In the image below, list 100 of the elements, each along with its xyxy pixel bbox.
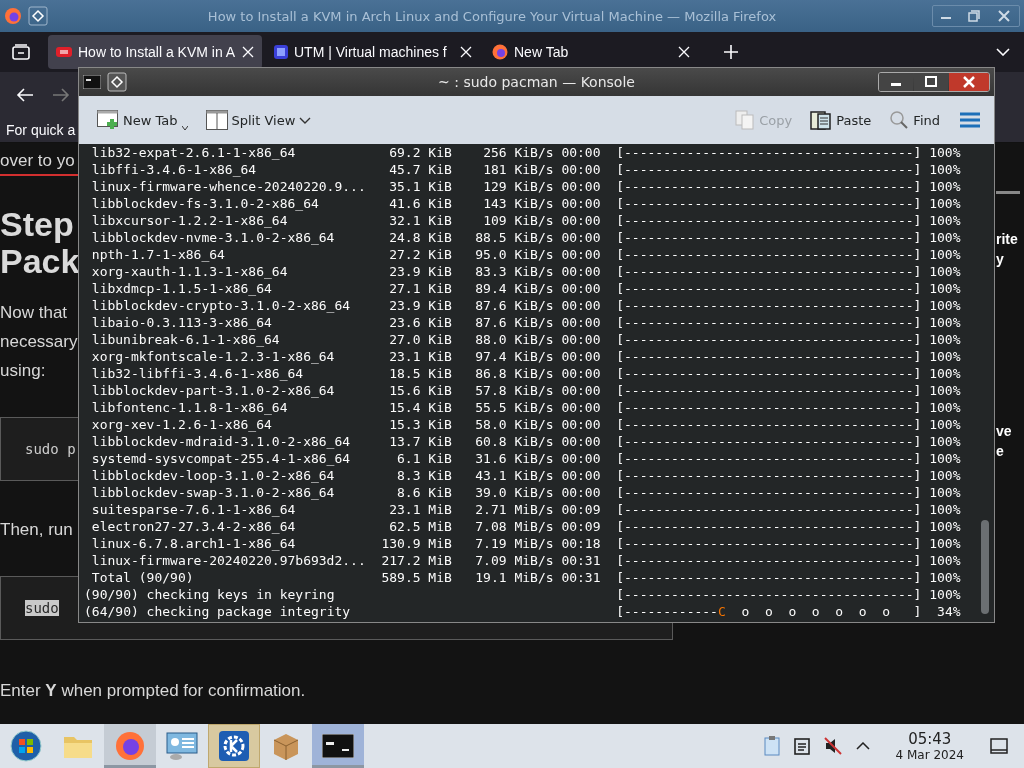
muted-speaker-icon[interactable] — [823, 737, 842, 755]
progress-text: [-------------------------------------] — [616, 535, 922, 552]
percent-text: 100% — [928, 263, 961, 280]
notice-text: For quick a — [6, 122, 76, 138]
search-icon — [889, 110, 910, 130]
size-text: 23.9 KiB — [388, 297, 452, 314]
size-text: 27.0 KiB — [388, 331, 452, 348]
package-name: libblockdev-fs-3.1.0-2-x86_64 — [90, 195, 320, 212]
speed-text: 88.5 KiB/s — [474, 229, 554, 246]
sidebar-text: rite — [996, 230, 1019, 249]
time-text: 00:00 — [560, 144, 601, 161]
progress-text: [-------------------------------------] — [616, 501, 922, 518]
size-text: 69.2 KiB — [388, 144, 452, 161]
size-text: 15.3 KiB — [388, 416, 452, 433]
percent-text: 100% — [928, 552, 961, 569]
show-desktop-icon[interactable] — [990, 738, 1008, 754]
chevron-up-icon[interactable] — [855, 742, 870, 750]
percent-text: 100% — [928, 246, 961, 263]
size-text: 45.7 KiB — [388, 161, 452, 178]
percent-text: 100% — [928, 586, 961, 603]
time-text: 00:00 — [560, 229, 601, 246]
package-name: libblockdev-nvme-3.1.0-2-x86_64 — [90, 229, 336, 246]
toolbar-button[interactable]: Paste — [806, 108, 876, 132]
close-icon[interactable] — [242, 46, 254, 58]
progress-text: [-------------------------------------] — [616, 280, 922, 297]
speed-text: 181 KiB/s — [482, 161, 554, 178]
browser-tab[interactable]: How to Install a KVM in A — [48, 35, 262, 69]
time-text: 00:00 — [560, 212, 601, 229]
package-name: linux-firmware-20240220.97b693d2... — [90, 552, 367, 569]
tab-list-icon[interactable] — [12, 44, 30, 60]
size-text: 217.2 MiB — [381, 552, 452, 569]
browser-tab[interactable]: New Tab — [484, 35, 698, 69]
speed-text: 97.4 KiB/s — [474, 348, 554, 365]
speed-text: 2.71 MiB/s — [474, 501, 554, 518]
back-icon[interactable] — [16, 87, 34, 103]
time-text: 00:00 — [560, 246, 601, 263]
percent-text: 100% — [928, 518, 961, 535]
package-name: libfontenc-1.1.8-1-x86_64 — [90, 399, 289, 416]
plus-icon[interactable] — [724, 45, 738, 59]
clipboard-icon[interactable] — [763, 736, 780, 756]
package-name: lib32-libffi-3.4.6-1-x86_64 — [90, 365, 305, 382]
progress-text: [-------------------------------------] — [616, 212, 922, 229]
package-name: lib32-expat-2.6.1-1-x86_64 — [90, 144, 297, 161]
progress-text: [-------------------------------------] — [616, 297, 922, 314]
taskbar-app[interactable] — [312, 724, 364, 768]
start-orb-icon — [10, 730, 42, 762]
package-name: libblockdev-part-3.1.0-2-x86_64 — [90, 382, 336, 399]
browser-tab[interactable]: UTM | Virtual machines f — [266, 35, 480, 69]
paragraph-text: necessary — [0, 331, 78, 353]
taskbar-app[interactable] — [208, 724, 260, 768]
clock[interactable]: 05:43 4 Mar 2024 — [895, 730, 964, 762]
time-text: 00:00 — [560, 467, 601, 484]
size-text: 6.1 KiB — [396, 450, 452, 467]
package-name: libxcursor-1.2.2-1-x86_64 — [90, 212, 289, 229]
minimize-icon[interactable] — [879, 73, 913, 91]
size-text: 27.1 KiB — [388, 280, 452, 297]
size-text: 13.7 KiB — [388, 433, 452, 450]
close-icon[interactable] — [678, 46, 690, 58]
terminal-icon — [83, 75, 101, 89]
time-text: 00:00 — [560, 433, 601, 450]
window-title: How to Install a KVM in Arch Linux and Configure Your Virtual Machine — Mozilla Firefox — [206, 8, 778, 24]
size-text: 15.6 KiB — [388, 382, 452, 399]
heading-text: Pack — [0, 243, 80, 280]
progress-text: [-------------------------------------] — [616, 263, 922, 280]
toolbar-button[interactable]: New Tab — [93, 108, 192, 132]
progress-text: [-------------------------------------] — [616, 314, 922, 331]
notes-icon[interactable] — [793, 737, 810, 755]
package-name: libblockdev-swap-3.1.0-2-x86_64 — [90, 484, 336, 501]
speed-text: 7.09 MiB/s — [474, 552, 554, 569]
size-text: 15.4 KiB — [388, 399, 452, 416]
package-name: linux-firmware-whence-20240220.9... — [90, 178, 367, 195]
speed-text: 7.19 MiB/s — [474, 535, 554, 552]
package-name: linux-6.7.8.arch1-1-x86_64 — [90, 535, 297, 552]
pin-icon[interactable] — [28, 6, 48, 26]
time-text: 00:00 — [560, 382, 601, 399]
time-text: 00:00 — [560, 195, 601, 212]
speed-text: 256 KiB/s — [482, 144, 554, 161]
close-icon[interactable] — [460, 46, 472, 58]
scrollbar-thumb[interactable] — [981, 520, 989, 614]
package-name: libffi-3.4.6-1-x86_64 — [90, 161, 258, 178]
chevron-down-icon — [299, 116, 312, 124]
paragraph-text: Then, run — [0, 519, 73, 541]
sidebar-text: ve — [996, 422, 1013, 441]
progress-text: [-------------------------------------] — [616, 552, 922, 569]
speed-text: 7.08 MiB/s — [474, 518, 554, 535]
firefox-icon — [4, 7, 22, 25]
chevron-down-icon[interactable] — [996, 48, 1010, 56]
speed-text: 39.0 KiB/s — [474, 484, 554, 501]
size-text: 35.1 KiB — [388, 178, 452, 195]
step-text: (90/90) checking keys in keyring — [84, 586, 336, 603]
maximize-icon[interactable] — [914, 73, 948, 91]
speed-text: 60.8 KiB/s — [474, 433, 554, 450]
percent-text: 100% — [928, 161, 961, 178]
pin-icon[interactable] — [107, 72, 127, 92]
menu-icon[interactable] — [960, 112, 980, 128]
toolbar-button[interactable]: Find — [885, 108, 944, 132]
speed-text: 57.8 KiB/s — [474, 382, 554, 399]
speed-text: 86.8 KiB/s — [474, 365, 554, 382]
toolbar-button[interactable]: Split View — [201, 108, 316, 132]
split-view-icon — [205, 110, 228, 130]
